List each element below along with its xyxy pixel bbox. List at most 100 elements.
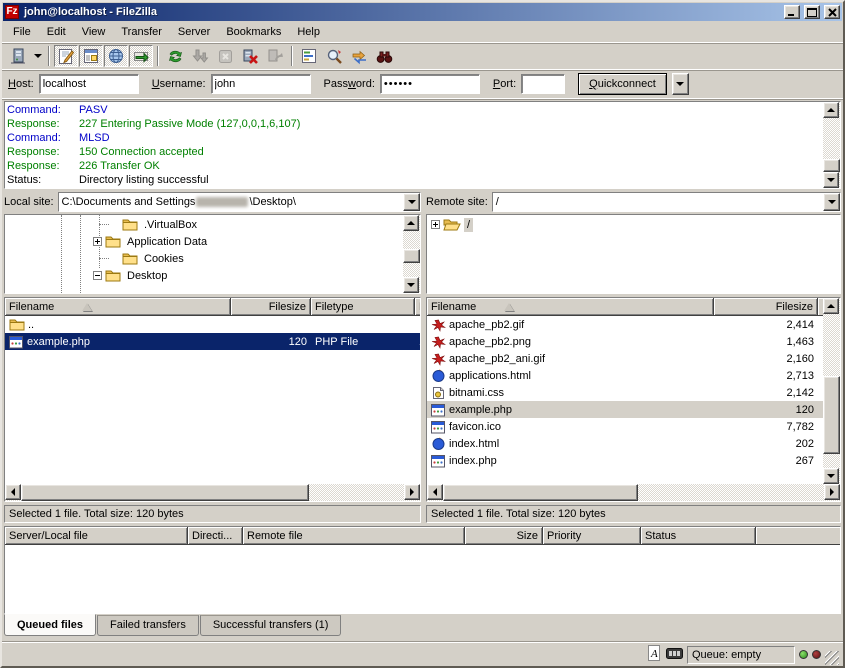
password-input[interactable]	[380, 74, 480, 94]
file-row[interactable]: index.html 202	[427, 435, 823, 452]
log-line: Status:Directory listing successful	[7, 173, 821, 187]
remote-site-combobox[interactable]: /	[492, 192, 841, 212]
close-button[interactable]	[824, 5, 840, 19]
tree-item-cookies[interactable]: Cookies	[5, 250, 403, 267]
remote-site-row: Remote site: /	[426, 192, 841, 212]
scroll-down-button[interactable]	[823, 468, 839, 484]
directory-comparison-button[interactable]	[322, 45, 346, 67]
file-row[interactable]: bitnami.css 2,142	[427, 384, 823, 401]
column-filesize[interactable]: Filesize	[231, 298, 311, 316]
toggle-transfer-queue-button[interactable]	[129, 45, 153, 67]
file-row-parent-dir[interactable]: ..	[5, 316, 420, 333]
column-priority[interactable]: Priority	[543, 527, 641, 545]
file-row-selected[interactable]: example.php 120	[427, 401, 823, 418]
scroll-down-button[interactable]	[403, 277, 419, 293]
column-remote-file[interactable]: Remote file	[243, 527, 465, 545]
column-server-local-file[interactable]: Server/Local file	[5, 527, 188, 545]
port-input[interactable]	[521, 74, 565, 94]
column-status[interactable]: Status	[641, 527, 756, 545]
resize-grip[interactable]	[825, 651, 839, 665]
cancel-operation-button[interactable]	[213, 45, 237, 67]
column-direction[interactable]: Directi...	[188, 527, 243, 545]
html-file-icon	[431, 369, 446, 383]
tree-item-application-data[interactable]: Application Data	[5, 233, 403, 250]
tab-queued-files[interactable]: Queued files	[4, 614, 96, 636]
scrollbar-thumb[interactable]	[403, 249, 420, 263]
quickconnect-button[interactable]: Quickconnect	[578, 73, 667, 95]
file-row[interactable]: apache_pb2.png 1,463	[427, 333, 823, 350]
synchronized-browsing-button[interactable]	[347, 45, 371, 67]
menu-file[interactable]: File	[6, 24, 38, 40]
tree-item-virtualbox[interactable]: .VirtualBox	[5, 216, 403, 233]
local-horizontal-scrollbar[interactable]	[5, 484, 420, 501]
collapse-icon[interactable]	[93, 271, 102, 280]
filezilla-window: Fz john@localhost - FileZilla File Edit …	[0, 0, 845, 668]
site-manager-button[interactable]	[6, 45, 30, 67]
scroll-up-button[interactable]	[823, 298, 839, 314]
scroll-down-button[interactable]	[823, 172, 839, 188]
queue-body[interactable]	[5, 545, 840, 613]
menu-transfer[interactable]: Transfer	[114, 24, 169, 40]
maximize-button[interactable]	[804, 5, 820, 19]
toggle-remote-tree-button[interactable]	[104, 45, 128, 67]
message-log-scrollbar[interactable]	[823, 102, 840, 188]
tree-item-root[interactable]: /	[427, 216, 840, 233]
quickconnect-dropdown[interactable]	[672, 73, 689, 95]
menu-view[interactable]: View	[75, 24, 113, 40]
folder-icon	[105, 269, 121, 282]
minimize-button[interactable]	[784, 5, 800, 19]
menu-help[interactable]: Help	[290, 24, 327, 40]
expand-icon[interactable]	[431, 220, 440, 229]
site-manager-dropdown[interactable]	[31, 45, 44, 67]
menu-edit[interactable]: Edit	[40, 24, 73, 40]
refresh-button[interactable]	[163, 45, 187, 67]
tree-item-desktop[interactable]: Desktop	[5, 267, 403, 284]
file-row[interactable]: applications.html 2,713	[427, 367, 823, 384]
local-tree-scrollbar[interactable]	[403, 215, 420, 293]
toggle-local-tree-button[interactable]	[79, 45, 103, 67]
host-input[interactable]	[39, 74, 139, 94]
remote-horizontal-scrollbar[interactable]	[427, 484, 840, 501]
file-row[interactable]: apache_pb2_ani.gif 2,160	[427, 350, 823, 367]
column-size[interactable]: Size	[465, 527, 543, 545]
file-row[interactable]: apache_pb2.gif 2,414	[427, 316, 823, 333]
menu-server[interactable]: Server	[171, 24, 217, 40]
local-list-header: Filename Filesize Filetype L	[5, 298, 420, 316]
combo-dropdown-button[interactable]	[823, 193, 840, 211]
disconnect-button[interactable]	[238, 45, 262, 67]
scrollbar-thumb[interactable]	[21, 484, 309, 501]
scrollbar-thumb[interactable]	[443, 484, 638, 501]
menu-bookmarks[interactable]: Bookmarks	[219, 24, 288, 40]
column-filesize[interactable]: Filesize	[714, 298, 818, 316]
reconnect-button[interactable]	[263, 45, 287, 67]
remote-list-scrollbar[interactable]	[823, 298, 840, 484]
username-input[interactable]	[211, 74, 311, 94]
scroll-left-button[interactable]	[427, 484, 443, 500]
expand-icon[interactable]	[93, 237, 102, 246]
tab-successful-transfers[interactable]: Successful transfers (1)	[200, 615, 342, 636]
scroll-up-button[interactable]	[823, 102, 839, 118]
process-queue-button[interactable]	[188, 45, 212, 67]
local-file-list: Filename Filesize Filetype L .. example.…	[4, 297, 421, 502]
column-filename[interactable]: Filename	[5, 298, 231, 316]
toggle-message-log-button[interactable]	[54, 45, 78, 67]
scrollbar-thumb[interactable]	[823, 376, 840, 454]
column-lastmodified[interactable]: L	[415, 298, 420, 316]
scroll-right-button[interactable]	[824, 484, 840, 500]
scrollbar-thumb[interactable]	[823, 159, 840, 172]
combo-dropdown-button[interactable]	[403, 193, 420, 211]
file-row-example-php[interactable]: example.php 120 PHP File 1	[5, 333, 420, 350]
scroll-right-button[interactable]	[404, 484, 420, 500]
remote-list-header: Filename Filesize	[427, 298, 823, 316]
column-filetype[interactable]: Filetype	[311, 298, 415, 316]
scroll-up-button[interactable]	[403, 215, 419, 231]
scroll-left-button[interactable]	[5, 484, 21, 500]
column-filename[interactable]: Filename	[427, 298, 714, 316]
file-row[interactable]: favicon.ico 7,782	[427, 418, 823, 435]
local-site-combobox[interactable]: C:\Documents and Settings\Desktop\	[58, 192, 421, 212]
directory-listing-filters-button[interactable]	[297, 45, 321, 67]
file-row[interactable]: index.php 267	[427, 452, 823, 469]
tab-failed-transfers[interactable]: Failed transfers	[97, 615, 199, 636]
remote-path: /	[493, 193, 823, 211]
find-files-button[interactable]	[372, 45, 396, 67]
